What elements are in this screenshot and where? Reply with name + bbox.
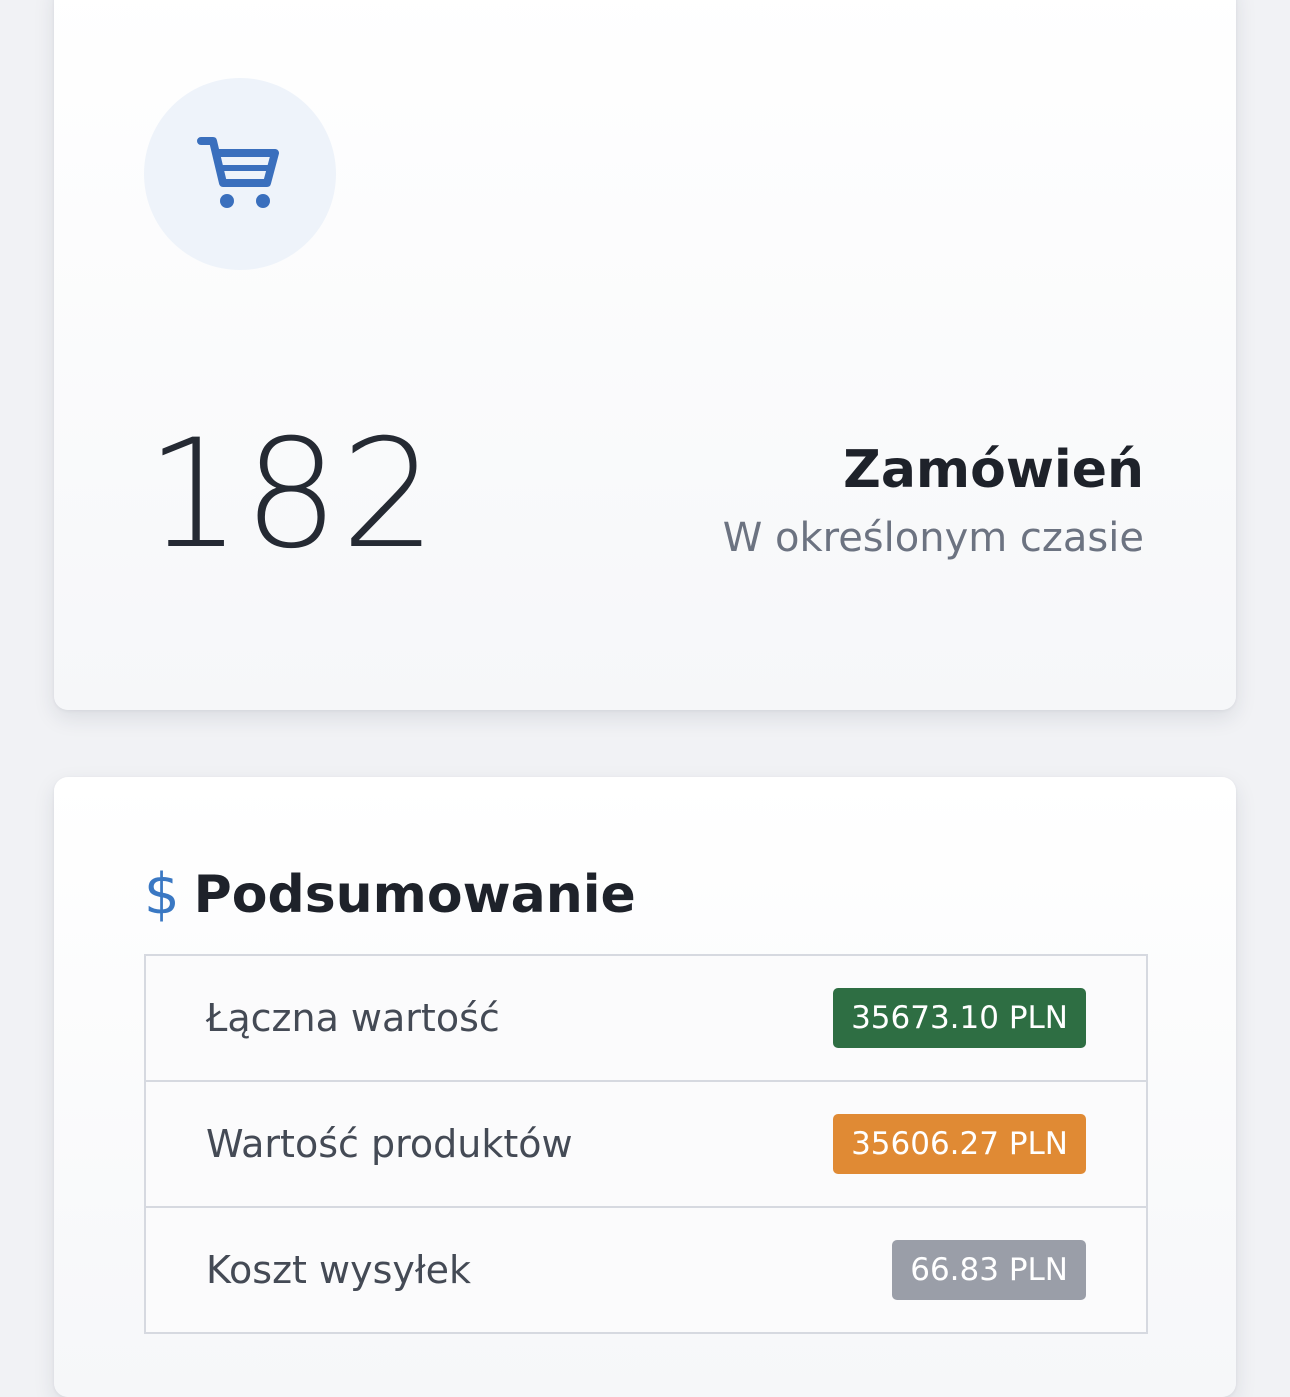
summary-title: Podsumowanie: [193, 865, 636, 925]
total-value-badge: 35673.10 PLN: [833, 988, 1086, 1048]
products-value-badge: 35606.27 PLN: [833, 1114, 1086, 1174]
summary-row-shipping: Koszt wysyłek 66.83 PLN: [146, 1208, 1146, 1332]
summary-table: Łączna wartość 35673.10 PLN Wartość prod…: [144, 954, 1148, 1334]
summary-row-total: Łączna wartość 35673.10 PLN: [146, 956, 1146, 1082]
cart-icon-circle: [144, 78, 336, 270]
summary-card: $ Podsumowanie Łączna wartość 35673.10 P…: [54, 777, 1236, 1397]
orders-title: Zamówień: [843, 440, 1144, 500]
orders-subtitle: W określonym czasie: [722, 515, 1144, 561]
summary-header: $ Podsumowanie: [144, 863, 636, 927]
dollar-icon: $: [144, 862, 180, 927]
summary-row-label: Łączna wartość: [206, 996, 500, 1040]
summary-row-label: Koszt wysyłek: [206, 1248, 472, 1292]
shipping-cost-badge: 66.83 PLN: [892, 1240, 1086, 1300]
summary-row-products: Wartość produktów 35606.27 PLN: [146, 1082, 1146, 1208]
orders-count: 182: [146, 408, 439, 582]
shopping-cart-icon: [197, 137, 279, 208]
orders-card: 182 Zamówień W określonym czasie: [54, 0, 1236, 710]
summary-row-label: Wartość produktów: [206, 1122, 573, 1166]
